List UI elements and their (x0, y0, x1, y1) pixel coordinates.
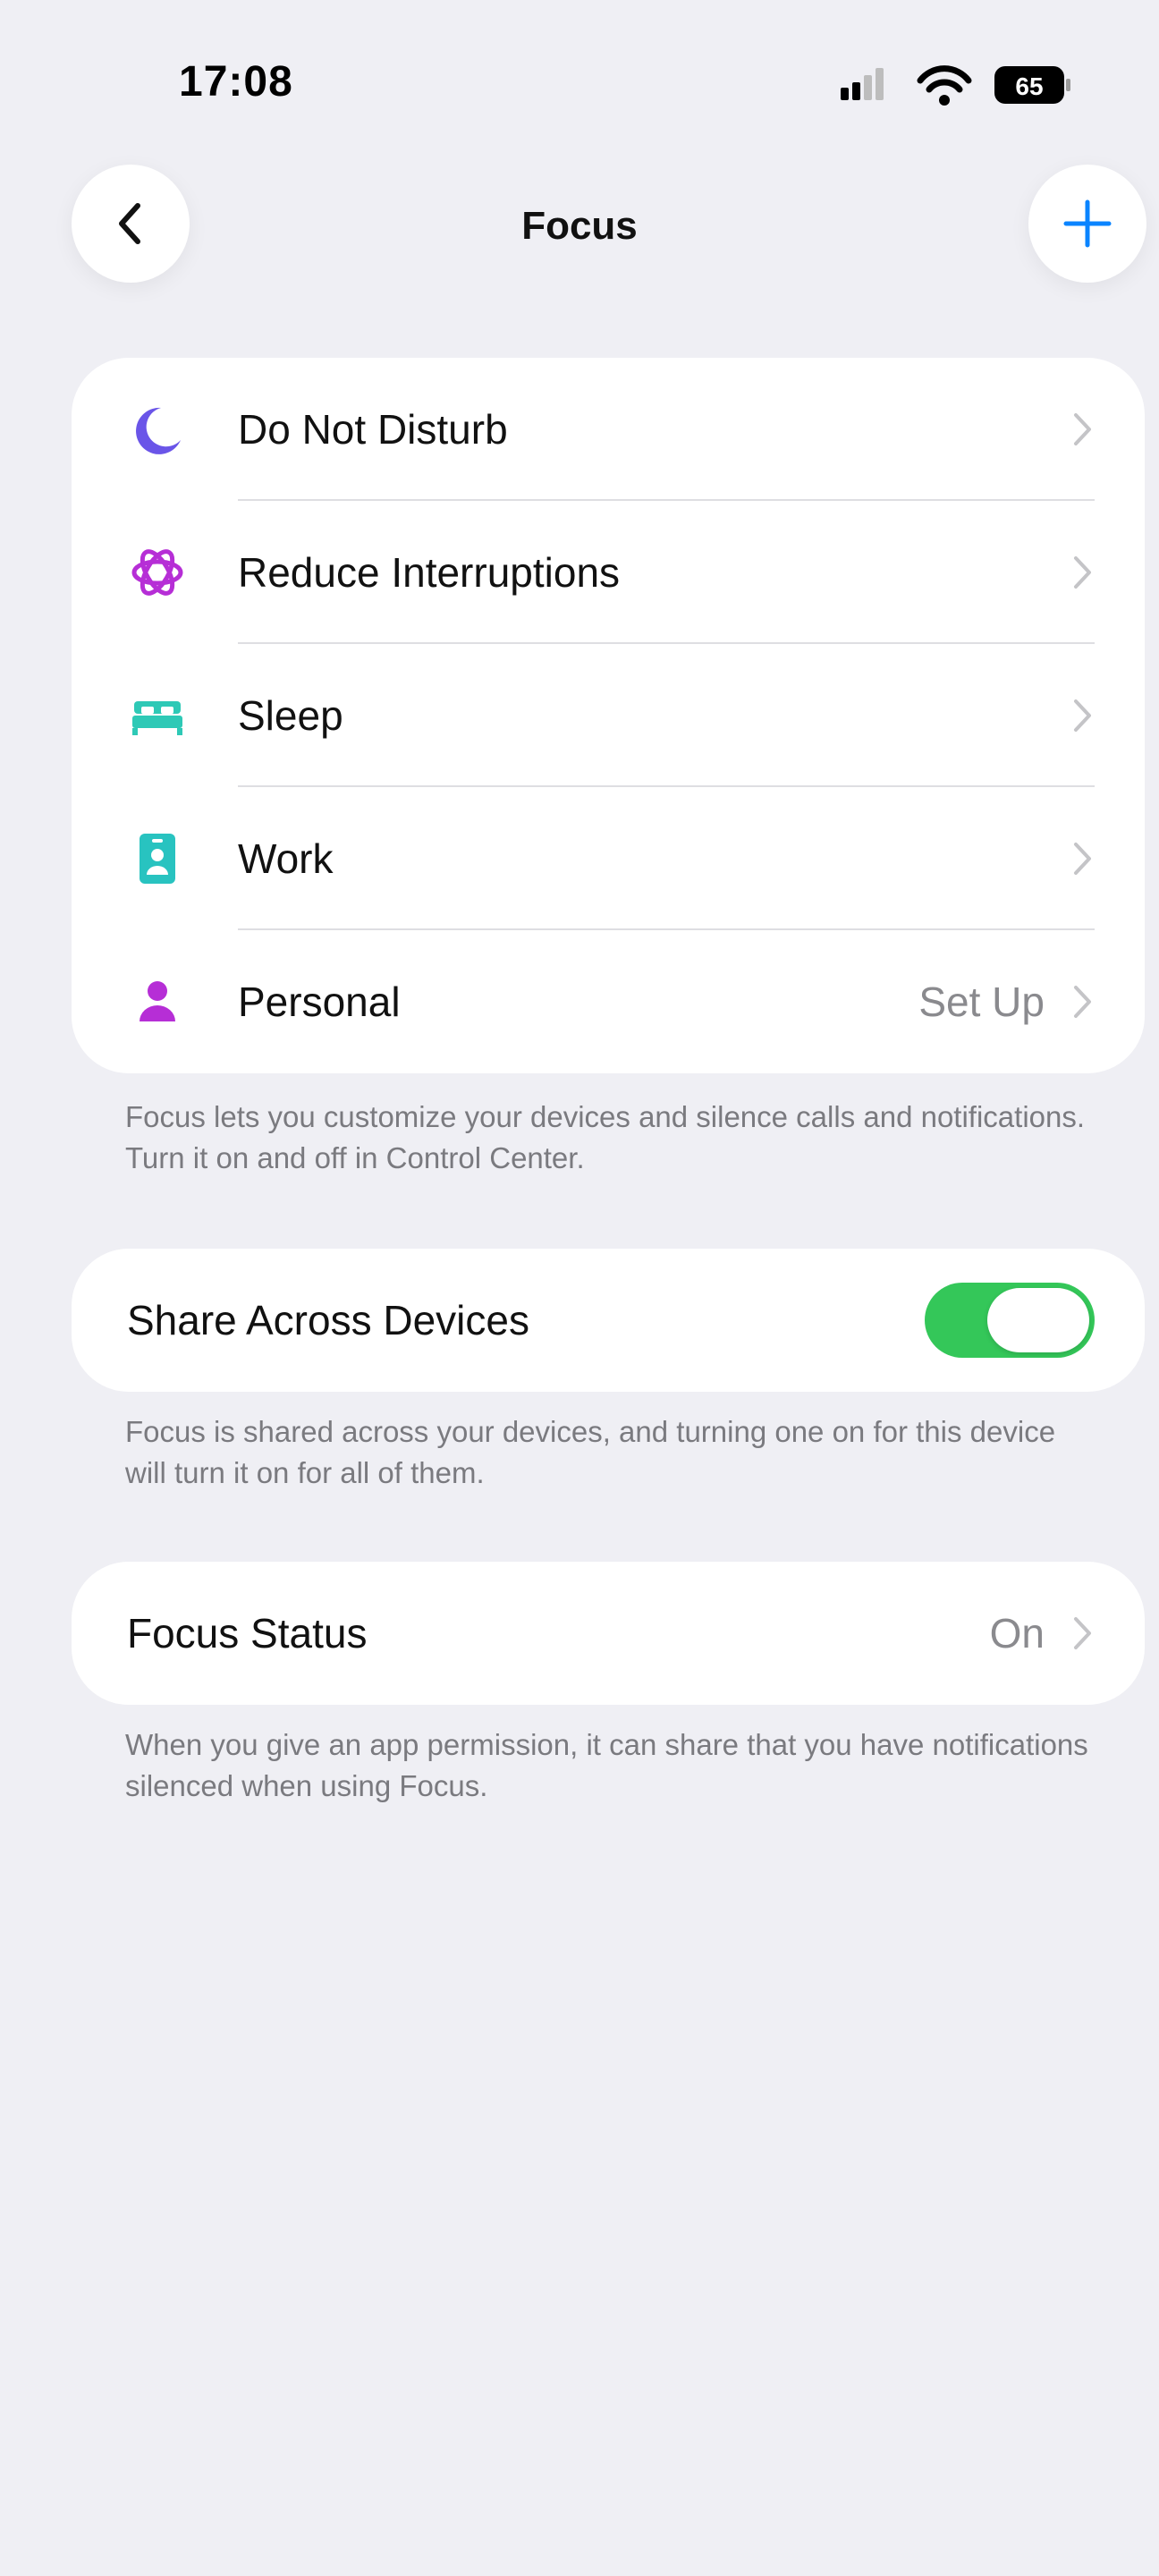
page-title: Focus (521, 204, 638, 248)
share-across-devices-toggle[interactable] (925, 1283, 1095, 1358)
status-time: 17:08 (179, 58, 293, 106)
share-footnote: Focus is shared across your devices, and… (125, 1415, 1056, 1489)
moon-icon (136, 407, 181, 454)
status-icons: 65 (841, 65, 1070, 106)
set-up-label: Set Up (918, 979, 1045, 1025)
battery-icon: 65 (994, 66, 1070, 104)
focus-mode-reduce-interruptions[interactable]: Reduce Interruptions (72, 501, 1145, 644)
chevron-right-icon (1074, 986, 1091, 1018)
focus-status-value: On (989, 1610, 1045, 1657)
focus-mode-label: Do Not Disturb (238, 406, 508, 453)
focus-status-row[interactable]: Focus Status On (72, 1562, 1145, 1705)
focus-mode-sleep[interactable]: Sleep (72, 644, 1145, 787)
share-across-devices-row: Share Across Devices (72, 1249, 1145, 1392)
toggle-knob (987, 1288, 1089, 1352)
wifi-icon (917, 65, 972, 106)
status-bar: 17:08 65 (0, 0, 1159, 179)
chevron-right-icon (1074, 699, 1091, 732)
chevron-right-icon (1074, 556, 1091, 589)
chevron-right-icon (1074, 843, 1091, 875)
chevron-right-icon (1074, 413, 1091, 445)
focus-mode-do-not-disturb[interactable]: Do Not Disturb (72, 358, 1145, 501)
person-icon (140, 981, 175, 1021)
focus-mode-label: Personal (238, 979, 401, 1025)
focus-mode-label: Sleep (238, 692, 343, 739)
focus-mode-personal[interactable]: Personal Set Up (72, 930, 1145, 1073)
flower-icon (131, 549, 183, 596)
plus-icon (1063, 199, 1112, 248)
focus-modes-list: Do Not Disturb Reduce Interruptions Slee… (72, 358, 1145, 1073)
focus-status-value-group: On (72, 1562, 1145, 1705)
chevron-right-icon (1074, 1617, 1091, 1649)
focus-modes-footnote: Focus lets you customize your devices an… (125, 1100, 1086, 1174)
focus-mode-work[interactable]: Work (72, 787, 1145, 930)
focus-mode-label: Work (238, 835, 334, 882)
focus-mode-label: Reduce Interruptions (238, 549, 621, 596)
share-across-devices-label: Share Across Devices (127, 1297, 529, 1343)
badge-icon (140, 834, 175, 884)
bed-icon (132, 701, 182, 735)
cellular-signal-icon (841, 68, 884, 100)
focus-status-footnote: When you give an app permission, it can … (125, 1728, 1088, 1802)
add-focus-button[interactable] (1028, 165, 1146, 283)
battery-level: 65 (1015, 72, 1043, 100)
